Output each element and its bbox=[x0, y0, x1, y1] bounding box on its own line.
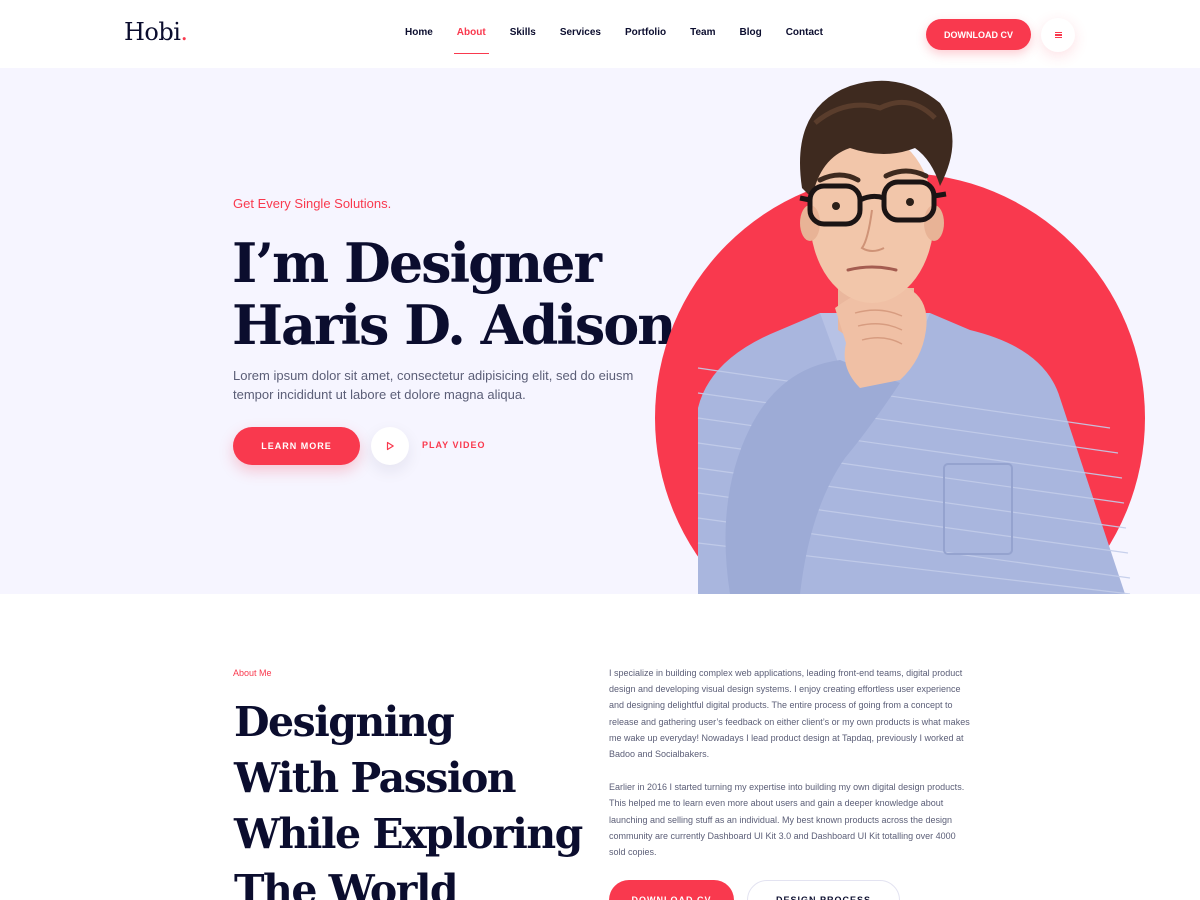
about-download-cv-button[interactable]: DOWNLOAD CV bbox=[609, 880, 734, 900]
about-paragraph-1: I specialize in building complex web app… bbox=[609, 668, 970, 760]
about-title-line-1: Designing bbox=[234, 698, 455, 746]
nav-item-about[interactable]: About bbox=[453, 24, 489, 54]
about-paragraph-2: Earlier in 2016 I started turning my exp… bbox=[609, 782, 965, 858]
hero-description: Lorem ipsum dolor sit amet, consectetur … bbox=[233, 368, 634, 402]
nav-item-blog[interactable]: Blog bbox=[739, 24, 761, 41]
play-video-button[interactable] bbox=[371, 427, 409, 465]
nav-item-contact[interactable]: Contact bbox=[786, 24, 823, 41]
nav-item-portfolio[interactable]: Portfolio bbox=[625, 24, 666, 41]
hero-title: I’m Designer Haris D. Adison bbox=[232, 231, 677, 357]
brand-dot: . bbox=[180, 18, 188, 46]
hero-title-line-2: Haris D. Adison bbox=[232, 293, 677, 357]
nav-item-home[interactable]: Home bbox=[405, 24, 433, 41]
hero-section: Get Every Single Solutions. I’m Designer… bbox=[0, 68, 1200, 594]
brand-name: Hobi bbox=[124, 18, 181, 46]
design-process-button[interactable]: DESIGN PROCESS bbox=[747, 880, 900, 900]
about-title-line-4: The World bbox=[234, 866, 459, 900]
nav-item-skills[interactable]: Skills bbox=[510, 24, 536, 41]
hamburger-menu-icon bbox=[1054, 32, 1062, 38]
learn-more-button[interactable]: LEARN MORE bbox=[233, 427, 360, 465]
nav-item-team[interactable]: Team bbox=[690, 24, 715, 41]
brand-logo[interactable]: Hobi. bbox=[124, 18, 188, 46]
main-nav: Home About Skills Services Portfolio Tea… bbox=[393, 24, 835, 54]
site-header: Hobi. Home About Skills Services Portfol… bbox=[0, 0, 1200, 68]
play-icon bbox=[386, 441, 394, 451]
about-title-line-2: With Passion bbox=[234, 754, 517, 802]
hero-portrait bbox=[655, 80, 1145, 594]
download-cv-button[interactable]: DOWNLOAD CV bbox=[926, 19, 1031, 50]
nav-item-services[interactable]: Services bbox=[560, 24, 601, 41]
hero-tagline: Get Every Single Solutions. bbox=[233, 196, 392, 211]
play-video-label[interactable]: PLAY VIDEO bbox=[422, 440, 486, 450]
about-label: About Me bbox=[233, 668, 272, 678]
about-title: Designing With Passion While Exploring T… bbox=[234, 694, 583, 900]
menu-toggle-button[interactable] bbox=[1041, 18, 1075, 52]
about-text: I specialize in building complex web app… bbox=[609, 665, 971, 860]
hero-title-line-1: I’m Designer bbox=[232, 231, 602, 295]
about-title-line-3: While Exploring bbox=[234, 810, 583, 858]
